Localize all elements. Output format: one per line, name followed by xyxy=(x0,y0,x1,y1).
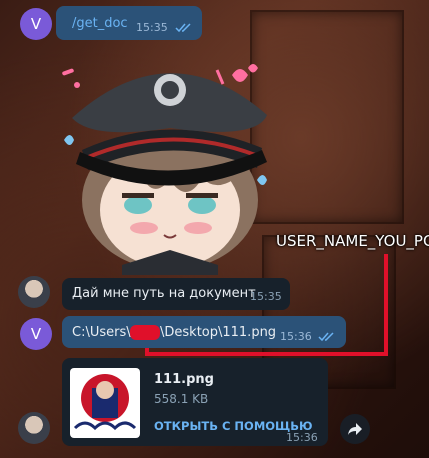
file-message[interactable]: 111.png 558.1 KB ОТКРЫТЬ С ПОМОЩЬЮ 15:36 xyxy=(62,358,328,446)
path-prefix: C:\Users\ xyxy=(72,325,131,340)
bot-avatar[interactable] xyxy=(18,412,50,444)
file-size: 558.1 KB xyxy=(154,392,209,406)
message-time: 15:36 xyxy=(286,431,318,444)
redacted-username xyxy=(130,325,160,340)
message-time: 15:36 xyxy=(280,330,312,343)
avatar[interactable]: V xyxy=(20,318,52,350)
file-thumbnail[interactable] xyxy=(70,368,140,438)
share-button[interactable] xyxy=(340,414,370,444)
path-message[interactable]: C:\Users\ \Desktop\111.png 15:36 xyxy=(62,316,346,348)
avatar-letter: V xyxy=(30,325,42,343)
path-suffix: \Desktop\111.png xyxy=(160,325,277,340)
message-time: 15:35 xyxy=(250,290,282,303)
bot-message[interactable]: Дай мне путь на документ 15:35 xyxy=(62,278,290,310)
read-checks-icon xyxy=(318,332,334,342)
file-name: 111.png xyxy=(154,372,214,387)
message-text: Дай мне путь на документ xyxy=(72,286,256,301)
bot-avatar[interactable] xyxy=(18,276,50,308)
share-icon xyxy=(348,423,362,435)
thumbnail-image xyxy=(73,374,137,431)
